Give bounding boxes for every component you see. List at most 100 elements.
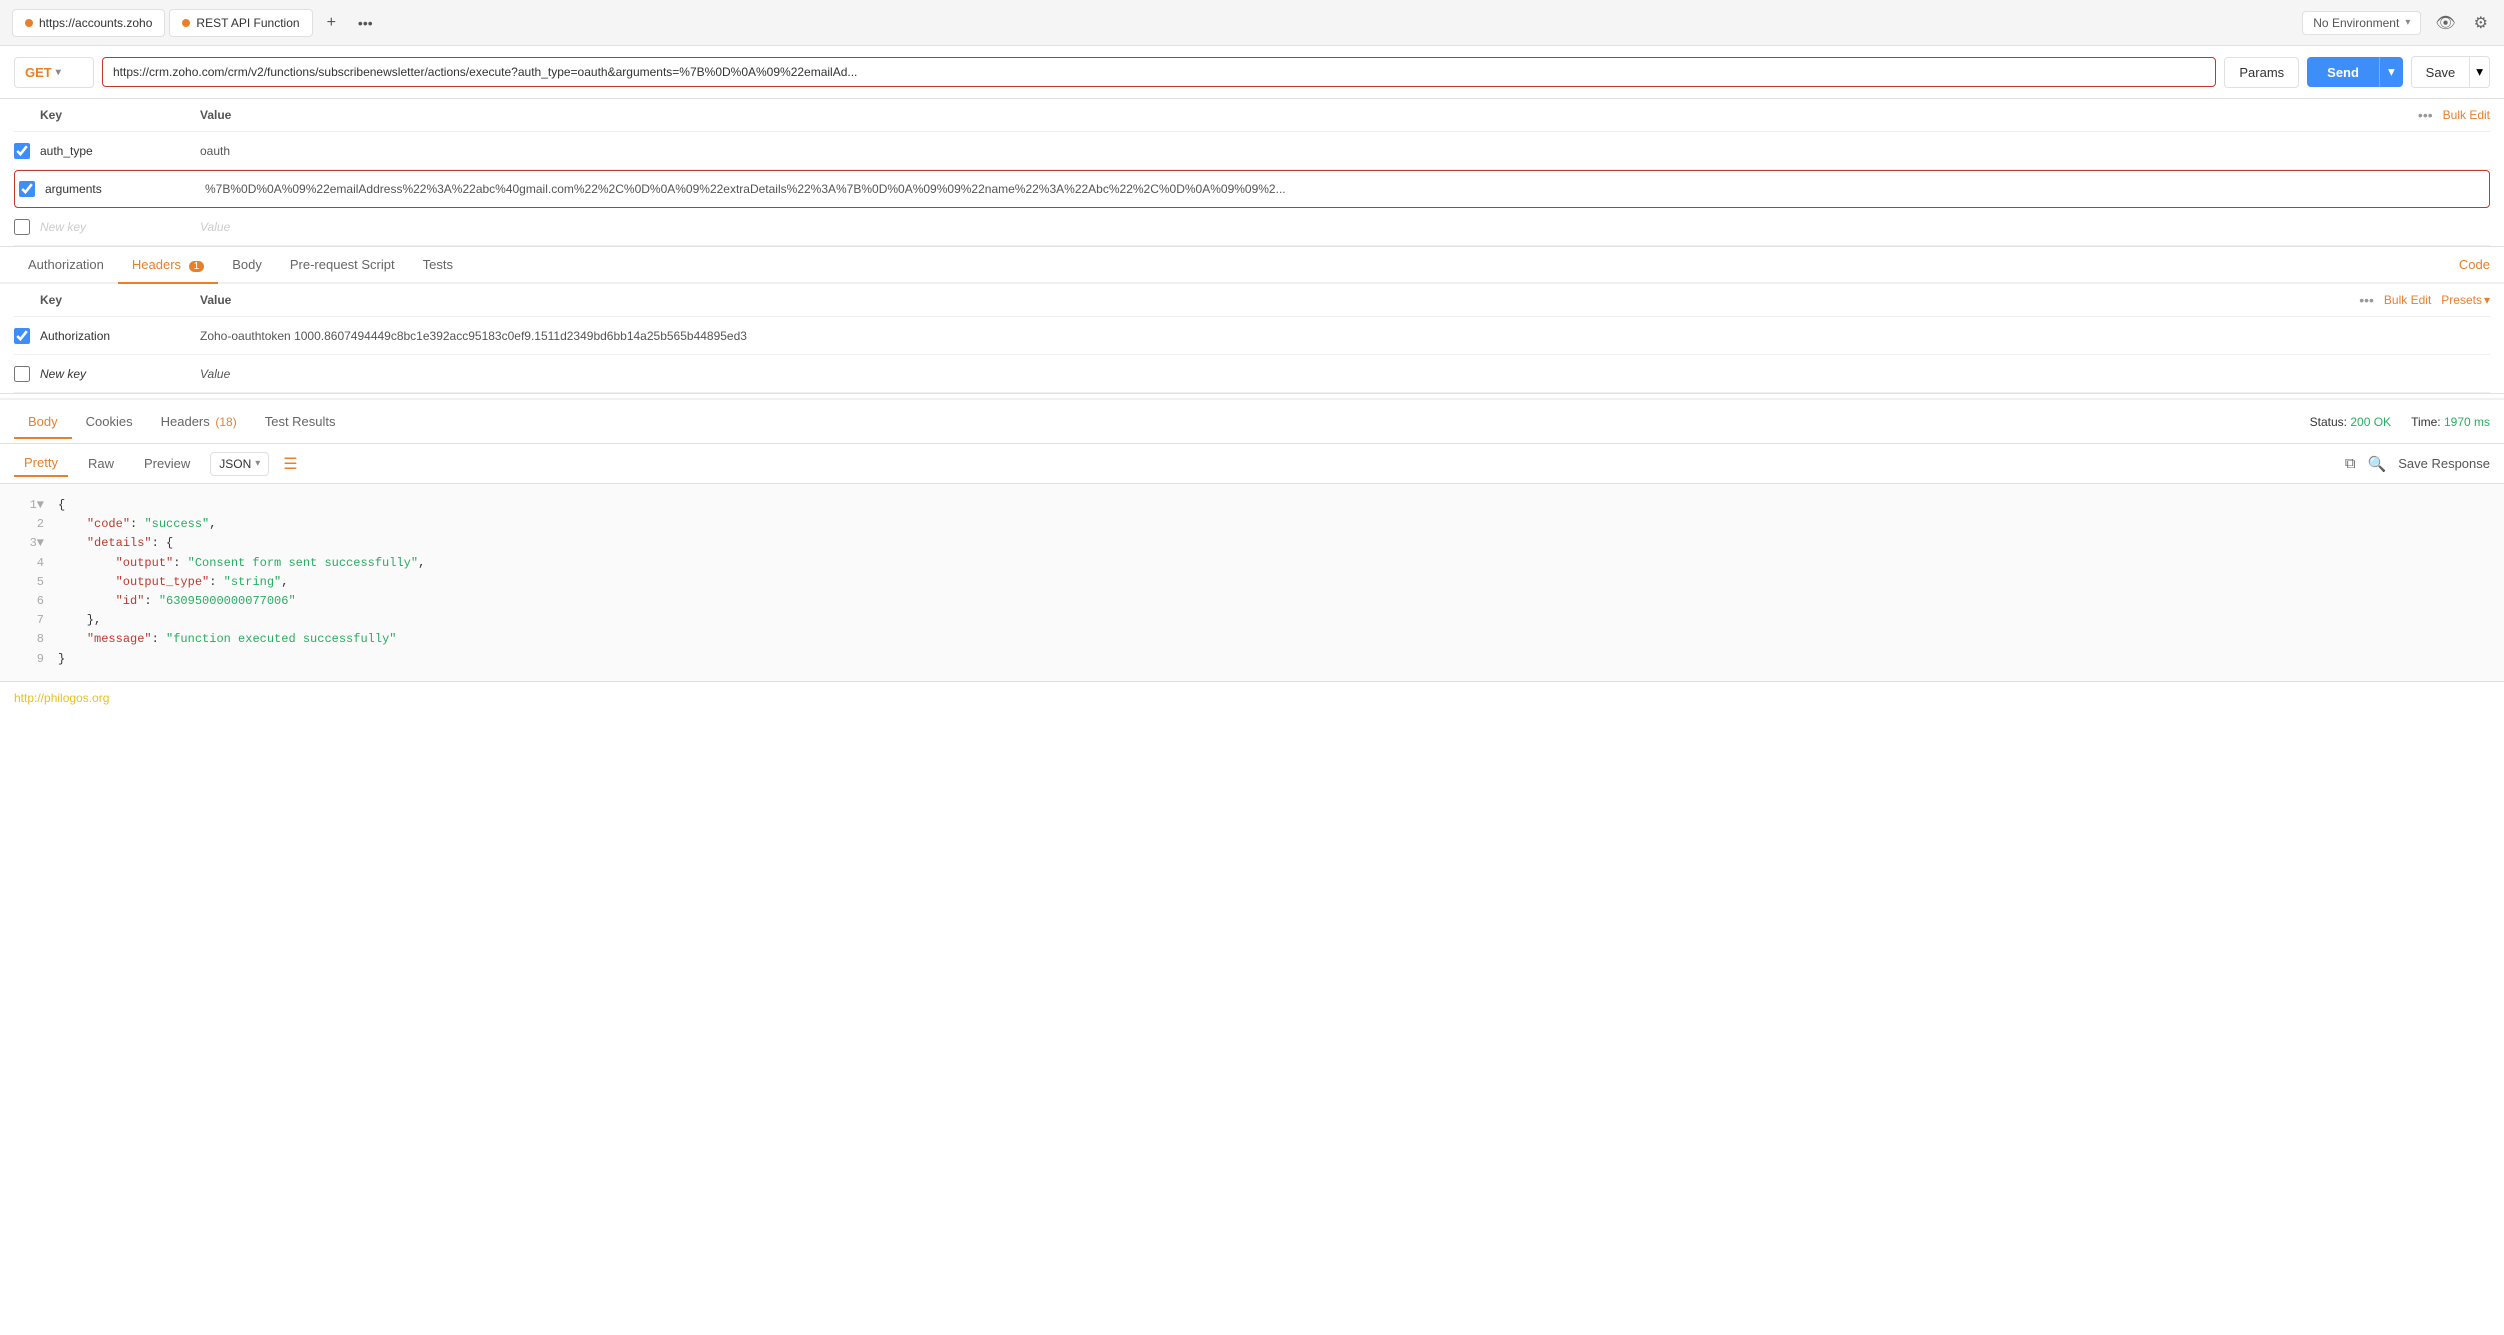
- resp-tab-test-results[interactable]: Test Results: [251, 406, 350, 439]
- body-tab-preview[interactable]: Preview: [134, 451, 200, 476]
- header-new-value[interactable]: Value: [200, 367, 2490, 381]
- method-selector[interactable]: GET ▾: [14, 57, 94, 88]
- param-row-arguments: arguments %7B%0D%0A%09%22emailAddress%22…: [14, 170, 2490, 208]
- param-row-new: New key Value: [14, 208, 2490, 246]
- request-tabs: Authorization Headers 1 Body Pre-request…: [0, 247, 2504, 284]
- header-checkbox-new[interactable]: [14, 366, 30, 382]
- body-actions: ⧉ 🔍 Save Response: [2345, 455, 2490, 473]
- more-dots-icon[interactable]: •••: [2418, 107, 2433, 123]
- send-dropdown-button[interactable]: ▾: [2379, 57, 2403, 87]
- header-new-key[interactable]: New key: [40, 367, 200, 381]
- tab-authorization[interactable]: Authorization: [14, 247, 118, 284]
- environment-selector[interactable]: No Environment ▾: [2302, 11, 2421, 35]
- line-num-5: 5: [14, 573, 44, 592]
- tab-pre-request[interactable]: Pre-request Script: [276, 247, 409, 284]
- headers-value-header: Value: [200, 293, 231, 307]
- tab-rest-api-label: REST API Function: [196, 16, 299, 30]
- line-collapse-1[interactable]: 1▼: [14, 496, 44, 515]
- param-checkbox-auth-type[interactable]: [14, 143, 30, 159]
- line-collapse-3[interactable]: 3▼: [14, 534, 44, 553]
- time-value: 1970 ms: [2444, 415, 2490, 429]
- header-checkbox-authorization[interactable]: [14, 328, 30, 344]
- param-value-auth-type: oauth: [200, 144, 2490, 158]
- param-key-arguments: arguments: [45, 182, 205, 196]
- method-chevron-icon: ▾: [56, 67, 61, 78]
- tab-authorization-label: Authorization: [28, 257, 104, 272]
- code-line-6: 6 "id": "63095000000077006": [14, 592, 2490, 611]
- presets-chevron-icon: ▾: [2484, 293, 2490, 307]
- resp-cookies-label: Cookies: [86, 414, 133, 429]
- send-dropdown-icon: ▾: [2388, 64, 2395, 79]
- format-label: JSON: [219, 457, 251, 471]
- params-actions: ••• Bulk Edit: [2418, 107, 2490, 123]
- params-section: Key Value ••• Bulk Edit auth_type oauth …: [0, 99, 2504, 247]
- tab-dot-orange2: [182, 19, 190, 27]
- code-button[interactable]: Code: [2459, 257, 2490, 272]
- footer-link[interactable]: http://philogos.org: [14, 691, 109, 705]
- footer: http://philogos.org: [0, 681, 2504, 713]
- tab-accounts-label: https://accounts.zoho: [39, 16, 152, 30]
- url-input[interactable]: [102, 57, 2216, 87]
- resp-test-results-label: Test Results: [265, 414, 336, 429]
- tab-headers-label: Headers: [132, 257, 181, 272]
- body-tab-raw[interactable]: Raw: [78, 451, 124, 476]
- url-bar: GET ▾ Params Send ▾ Save ▾: [0, 46, 2504, 99]
- method-label: GET: [25, 65, 52, 80]
- resp-headers-badge: (18): [215, 415, 236, 429]
- param-key-auth-type: auth_type: [40, 144, 200, 158]
- param-checkbox-new[interactable]: [14, 219, 30, 235]
- line-num-2: 2: [14, 515, 44, 534]
- code-content-1: {: [58, 496, 2490, 515]
- body-tab-pretty[interactable]: Pretty: [14, 450, 68, 477]
- resp-tab-headers[interactable]: Headers (18): [147, 406, 251, 439]
- presets-button[interactable]: Presets ▾: [2441, 293, 2490, 307]
- save-button[interactable]: Save: [2411, 56, 2471, 88]
- response-body-bar: Pretty Raw Preview JSON ▾ ☰ ⧉ 🔍 Save Res…: [0, 444, 2504, 484]
- tab-body[interactable]: Body: [218, 247, 276, 284]
- code-content-2: "code": "success",: [58, 515, 2490, 534]
- format-chevron-icon: ▾: [255, 458, 260, 469]
- param-new-key[interactable]: New key: [40, 220, 200, 234]
- header-row-authorization: Authorization Zoho-oauthtoken 1000.86074…: [14, 317, 2490, 355]
- tab-rest-api[interactable]: REST API Function: [169, 9, 312, 37]
- save-response-button[interactable]: Save Response: [2398, 456, 2490, 471]
- line-num-7: 7: [14, 611, 44, 630]
- search-button[interactable]: 🔍: [2368, 455, 2387, 473]
- tab-tests[interactable]: Tests: [409, 247, 467, 284]
- headers-bulk-edit-button[interactable]: Bulk Edit: [2384, 293, 2431, 307]
- save-dropdown-button[interactable]: ▾: [2470, 56, 2490, 88]
- gear-icon-button[interactable]: ⚙: [2470, 9, 2492, 37]
- wrap-icon[interactable]: ☰: [283, 454, 297, 474]
- format-selector[interactable]: JSON ▾: [210, 452, 269, 476]
- send-button[interactable]: Send: [2307, 57, 2379, 87]
- headers-more-dots-icon[interactable]: •••: [2359, 292, 2374, 308]
- param-checkbox-arguments[interactable]: [19, 181, 35, 197]
- send-button-group: Send ▾: [2307, 57, 2403, 87]
- tab-body-label: Body: [232, 257, 262, 272]
- param-value-arguments: %7B%0D%0A%09%22emailAddress%22%3A%22abc%…: [205, 182, 2485, 196]
- eye-icon-button[interactable]: 👁: [2431, 9, 2459, 37]
- preview-label: Preview: [144, 456, 190, 471]
- raw-label: Raw: [88, 456, 114, 471]
- params-key-header: Key: [40, 108, 200, 122]
- more-tabs-button[interactable]: •••: [350, 9, 381, 37]
- resp-tab-cookies[interactable]: Cookies: [72, 406, 147, 439]
- save-button-group: Save ▾: [2411, 56, 2490, 88]
- param-new-value[interactable]: Value: [200, 220, 2490, 234]
- code-content-3: "details": {: [58, 534, 2490, 553]
- code-content-9: }: [58, 650, 2490, 669]
- response-bar: Body Cookies Headers (18) Test Results S…: [0, 398, 2504, 444]
- time-label: Time: 1970 ms: [2411, 415, 2490, 429]
- resp-body-label: Body: [28, 414, 58, 429]
- resp-tab-body[interactable]: Body: [14, 406, 72, 439]
- add-tab-button[interactable]: +: [317, 8, 346, 38]
- copy-button[interactable]: ⧉: [2345, 455, 2356, 472]
- params-button[interactable]: Params: [2224, 57, 2299, 88]
- tab-headers[interactable]: Headers 1: [118, 247, 218, 284]
- code-line-8: 8 "message": "function executed successf…: [14, 630, 2490, 649]
- headers-actions: ••• Bulk Edit Presets ▾: [2359, 292, 2490, 308]
- header-row-new: New key Value: [14, 355, 2490, 393]
- tab-accounts-zoho[interactable]: https://accounts.zoho: [12, 9, 165, 37]
- bulk-edit-button[interactable]: Bulk Edit: [2443, 108, 2490, 122]
- code-line-7: 7 },: [14, 611, 2490, 630]
